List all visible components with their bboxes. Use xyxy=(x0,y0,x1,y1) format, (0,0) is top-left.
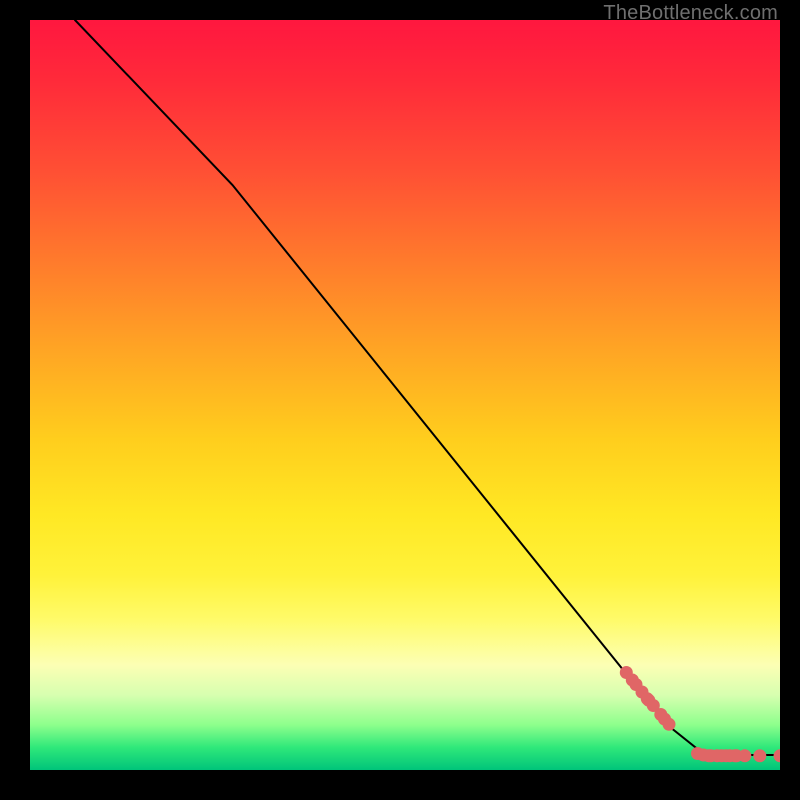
chart-frame: TheBottleneck.com xyxy=(0,0,800,800)
markers-upper xyxy=(620,666,676,731)
curve-line xyxy=(75,20,780,755)
attribution-label: TheBottleneck.com xyxy=(603,2,778,25)
chart-overlay xyxy=(30,20,780,770)
plot-area xyxy=(30,20,780,770)
